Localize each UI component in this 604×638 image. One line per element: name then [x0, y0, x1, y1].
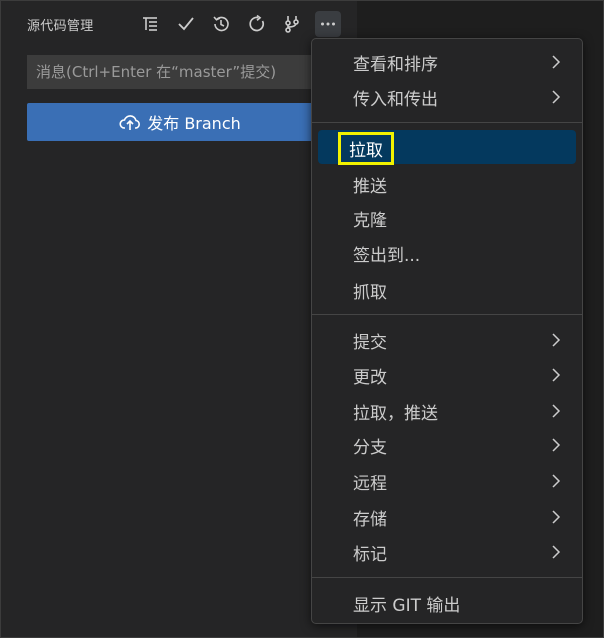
view-as-tree-icon[interactable] — [137, 11, 163, 37]
menu-item-view-and-sort[interactable]: 查看和排序 — [318, 45, 576, 79]
menu-separator — [312, 577, 582, 578]
history-icon[interactable] — [208, 11, 234, 37]
menu-item-commit[interactable]: 提交 — [318, 323, 576, 357]
panel-title: 源代码管理 — [27, 19, 94, 34]
publish-branch-button[interactable]: 发布 Branch — [27, 103, 333, 141]
menu-item-remote[interactable]: 远程 — [318, 464, 576, 498]
chevron-right-icon — [552, 55, 561, 69]
menu-item-tags[interactable]: 标记 — [318, 535, 576, 569]
publish-branch-label: 发布 Branch — [147, 114, 241, 133]
commit-message-input[interactable] — [27, 55, 333, 89]
chevron-right-icon — [552, 368, 561, 382]
more-actions-icon[interactable] — [315, 11, 341, 37]
menu-item-branch[interactable]: 分支 — [318, 428, 576, 462]
menu-separator — [312, 314, 582, 315]
menu-item-pull-push[interactable]: 拉取，推送 — [318, 394, 576, 428]
menu-item-push[interactable]: 推送 — [318, 167, 576, 201]
menu-item-fetch[interactable]: 抓取 — [318, 273, 576, 307]
chevron-right-icon — [552, 474, 561, 488]
chevron-right-icon — [552, 545, 561, 559]
refresh-icon[interactable] — [244, 11, 270, 37]
menu-item-clone[interactable]: 克隆 — [318, 201, 576, 235]
chevron-right-icon — [552, 333, 561, 347]
menu-item-stash[interactable]: 存储 — [318, 500, 576, 534]
menu-item-show-git-output[interactable]: 显示 GIT 输出 — [318, 586, 576, 620]
chevron-right-icon — [552, 438, 561, 452]
menu-item-pull[interactable]: 拉取 — [318, 130, 576, 165]
chevron-right-icon — [552, 90, 561, 104]
graph-icon[interactable] — [279, 11, 305, 37]
more-actions-menu: 查看和排序 传入和传出 拉取 推送 克隆 签出到... 抓取 提交 更改 拉取，… — [311, 38, 583, 624]
cloud-upload-icon — [119, 115, 141, 130]
menu-item-changes[interactable]: 更改 — [318, 358, 576, 392]
menu-separator — [312, 122, 582, 123]
panel-header: 源代码管理 — [1, 1, 357, 45]
chevron-right-icon — [552, 510, 561, 524]
source-control-panel: 源代码管理 消息(Ctrl+Enter 在“master”提交) 发布 Bran… — [1, 1, 357, 637]
menu-item-checkout-to[interactable]: 签出到... — [318, 236, 576, 270]
commit-check-icon[interactable] — [173, 11, 199, 37]
menu-item-incoming-outgoing[interactable]: 传入和传出 — [318, 80, 576, 114]
chevron-right-icon — [552, 404, 561, 418]
